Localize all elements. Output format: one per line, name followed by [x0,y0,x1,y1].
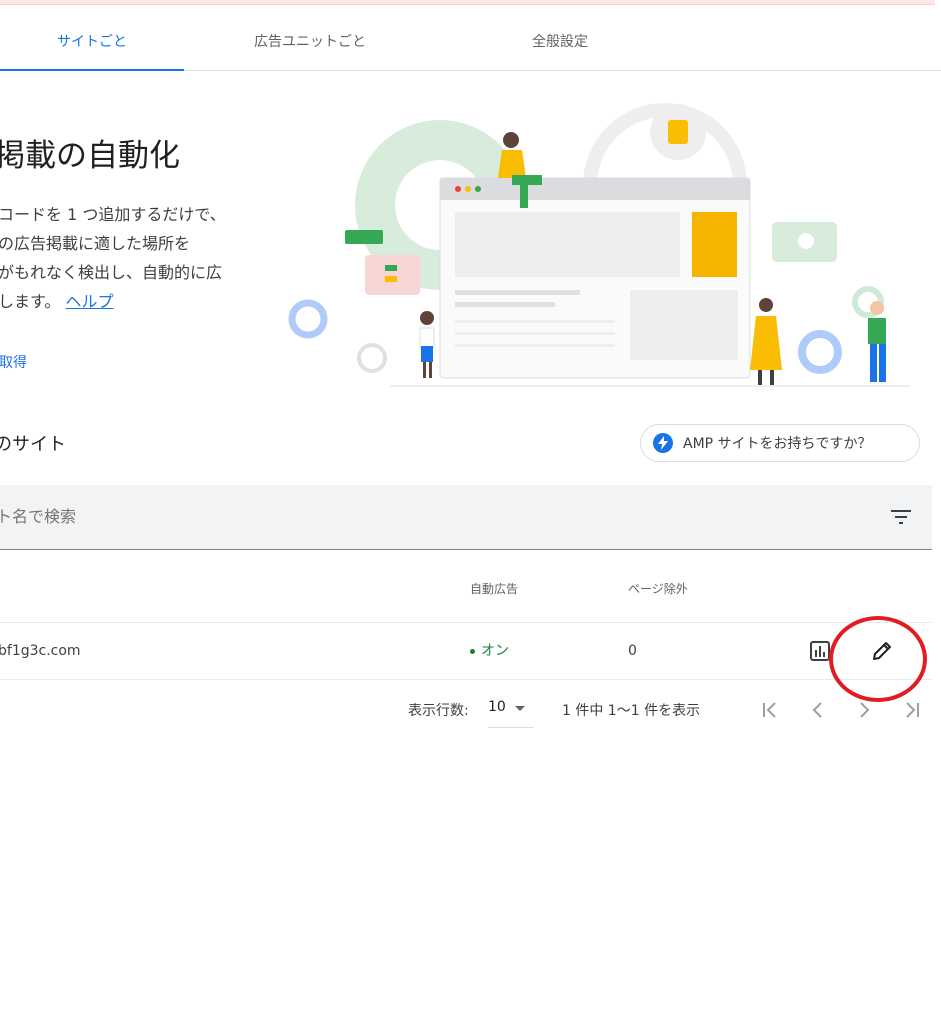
lightning-bolt-icon [653,433,673,453]
amp-sites-button[interactable]: AMP サイトをお持ちですか？ [640,424,920,462]
active-tab-indicator [0,69,184,71]
tab-general-settings[interactable]: 全般設定 [470,14,650,70]
hero-line-4-text: します。 [0,292,61,311]
sites-section-title: のサイト [0,434,66,455]
auto-ads-status-text: オン [481,643,509,659]
top-banner-strip [0,0,935,5]
tab-bar: サイトごと 広告ユニットごと 全般設定 [0,14,941,71]
get-code-link[interactable]: 取得 [0,352,27,372]
hero-description: コードを 1 つ追加するだけで、 の広告掲載に適した場所を がもれなく検出し、自… [0,200,268,316]
rows-per-page-value: 10 [488,699,506,715]
rows-per-page-select[interactable]: 10 [488,697,534,728]
amp-button-label: AMP サイトをお持ちですか？ [683,436,872,452]
auto-ads-illustration [288,103,910,387]
page-exclusions-cell: 0 [628,643,637,659]
help-link[interactable]: ヘルプ [66,292,114,311]
search-bar [0,485,932,550]
site-name-cell[interactable]: bf1g3c.com [0,623,81,679]
bar-chart-icon [810,641,830,661]
hero-line-4: します。 ヘルプ [0,287,268,316]
red-highlight-circle [829,616,927,702]
status-dot [470,648,475,654]
tab-by-site[interactable]: サイトごと [0,14,184,70]
hero-title: 掲載の自動化 [0,138,180,174]
filter-icon[interactable] [890,507,912,527]
next-page-icon[interactable] [852,698,876,722]
dropdown-arrow-icon [515,706,525,711]
first-page-icon[interactable] [758,698,782,722]
column-header-page-exclusions[interactable]: ページ除外 [628,580,688,597]
table-row[interactable]: bf1g3c.com オン 0 [0,622,932,680]
hero-line-3: がもれなく検出し、自動的に広 [0,263,223,282]
tab-by-ad-unit[interactable]: 広告ユニットごと [210,14,410,70]
pagination-range: 1 件中 1〜1 件を表示 [562,703,701,719]
rows-per-page-label: 表示行数: [408,703,469,719]
site-search-input[interactable] [0,485,596,549]
hero-line-2: の広告掲載に適した場所を [0,234,191,253]
previous-page-icon[interactable] [806,698,830,722]
column-header-auto-ads[interactable]: 自動広告 [470,580,518,597]
last-page-icon[interactable] [900,698,924,722]
hero-line-1: コードを 1 つ追加するだけで、 [0,205,226,224]
auto-ads-status-cell: オン [470,623,509,679]
